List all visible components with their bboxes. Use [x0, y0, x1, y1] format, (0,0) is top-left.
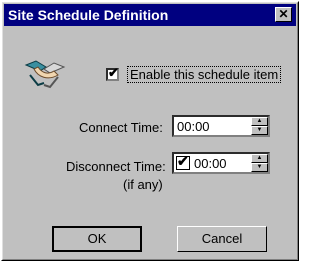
spin-up-button[interactable]: ▲	[251, 154, 268, 163]
disconnect-time-value: 00:00	[194, 156, 227, 171]
disconnect-enable-checkbox[interactable]: ✔	[176, 153, 190, 170]
enable-checkbox[interactable]: ✔	[106, 64, 119, 81]
disconnect-time-field[interactable]: ✔ 00:00 ▲ ▼	[172, 152, 270, 174]
ok-button[interactable]: OK	[52, 226, 142, 252]
connect-time-label: Connect Time:	[79, 120, 163, 135]
connect-time-field[interactable]: 00:00 ▲ ▼	[172, 115, 270, 137]
enable-label: Enable this schedule item	[127, 65, 282, 83]
handshake-icon	[24, 60, 66, 89]
title-bar: Site Schedule Definition ✕	[4, 4, 296, 26]
disconnect-time-spinner[interactable]: ▲ ▼	[251, 154, 268, 172]
spin-down-button[interactable]: ▼	[251, 163, 268, 172]
spin-up-button[interactable]: ▲	[251, 117, 268, 126]
disconnect-time-label: Disconnect Time:	[66, 159, 166, 174]
close-button[interactable]: ✕	[275, 7, 292, 22]
check-mark-icon: ✔	[177, 153, 189, 169]
window-title: Site Schedule Definition	[8, 7, 169, 23]
connect-time-value: 00:00	[177, 119, 210, 134]
spin-down-button[interactable]: ▼	[251, 126, 268, 135]
enable-row[interactable]: ✔ Enable this schedule item	[106, 64, 282, 83]
close-icon: ✕	[278, 7, 289, 21]
cancel-button[interactable]: Cancel	[177, 226, 267, 252]
connect-time-spinner[interactable]: ▲ ▼	[251, 117, 268, 135]
schedule-dialog: Site Schedule Definition ✕ ✔ Enable this…	[1, 1, 299, 261]
check-mark-icon: ✔	[108, 64, 119, 80]
disconnect-time-sublabel: (if any)	[123, 177, 163, 192]
